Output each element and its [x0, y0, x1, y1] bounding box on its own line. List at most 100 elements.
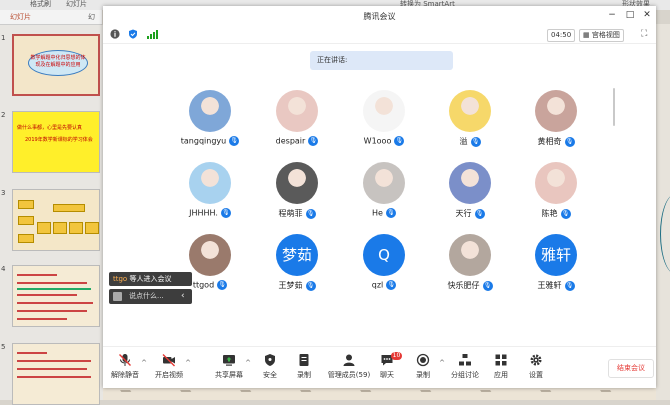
record-cloud-button[interactable]: 录制 ^ [401, 351, 445, 385]
mic-icon: 🎙 [386, 280, 397, 290]
participant-name-row: qzl 🎙 [347, 280, 421, 290]
signal-strength-icon[interactable] [147, 30, 159, 39]
participant-tile[interactable]: 溢 🎙 [433, 90, 507, 154]
participant-tile[interactable]: tangqingyu 🎙 [173, 90, 247, 154]
participant-tile[interactable]: 天行 🎙 [433, 162, 507, 226]
avatar [189, 234, 231, 276]
participant-tile[interactable]: Qqzl 🎙 [347, 234, 421, 298]
participant-tile[interactable]: 雅轩 王雅轩 🎙 [519, 234, 593, 298]
chat-quick-input[interactable]: 说点什么... ‹ [109, 289, 192, 304]
record-icon [416, 353, 430, 367]
slide-thumbnail-2[interactable]: 做什么事都，心里是先要认真 2019年数学新课标的学习体会 [12, 111, 100, 173]
avatar [449, 162, 491, 204]
tab-outline[interactable]: 幻 [88, 12, 95, 22]
participant-tile[interactable]: He 🎙 [347, 162, 421, 226]
end-meeting-button[interactable]: 结束会议 [608, 359, 654, 378]
slide-thumbnail-3[interactable] [12, 189, 100, 251]
participant-name-row: despair 🎙 [260, 136, 334, 146]
info-icon[interactable] [110, 29, 120, 39]
share-screen-button[interactable]: 共享屏幕 ^ [207, 351, 251, 385]
participant-tile[interactable]: W1ooo 🎙 [347, 90, 421, 154]
ppt-canvas-decoration [103, 388, 656, 400]
participant-name-row: He 🎙 [347, 208, 421, 218]
participant-name-row: 程萌菲 🎙 [260, 208, 334, 219]
view-mode-label: 宫格视图 [591, 31, 620, 39]
participant-name: He [372, 208, 383, 218]
participant-name-row: 陈艳 🎙 [519, 208, 593, 219]
participant-name-row: 天行 🎙 [433, 208, 507, 219]
settings-label: 设置 [529, 371, 543, 379]
mic-icon: 🎙 [305, 280, 316, 291]
meeting-toolbar: 解除静音 ^ 开启视频 ^ 共享屏幕 ^ 安全 录制 管理成员(59) 10 聊… [103, 346, 656, 389]
participant-name: 程萌菲 [278, 209, 303, 218]
slide1-title: 数学解题中化归思想的体现及在解题中的应用 [28, 50, 88, 76]
slide-number: 5 [1, 343, 6, 351]
chevron-left-icon[interactable]: ‹ [181, 289, 185, 304]
avatar [535, 162, 577, 204]
meeting-info-bar: 04:50 ▦ 宫格视图 ⛶ [103, 26, 656, 44]
mic-icon: 🎙 [385, 208, 396, 218]
maximize-icon[interactable]: □ [624, 10, 636, 20]
participant-name-row: tangqingyu 🎙 [173, 136, 247, 146]
participant-tile[interactable]: 陈艳 🎙 [519, 162, 593, 226]
avatar [276, 162, 318, 204]
grid-view-icon: ▦ [583, 31, 590, 39]
slide-thumbnail-5[interactable] [12, 343, 100, 405]
participant-name: tangqingyu [180, 136, 227, 146]
avatar [189, 162, 231, 204]
mic-icon: 🎙 [220, 208, 231, 218]
avatar [276, 90, 318, 132]
mic-icon: 🎙 [308, 136, 319, 146]
participant-name-row: 黄相奇 🎙 [519, 136, 593, 147]
tab-slides[interactable]: 幻灯片 [10, 12, 31, 22]
mic-icon: 🎙 [229, 136, 240, 146]
settings-button[interactable]: 设置 [514, 351, 558, 385]
avatar: Q [363, 234, 405, 276]
slide-number: 3 [1, 189, 6, 197]
shield-icon[interactable] [128, 29, 138, 39]
grid-scrollbar[interactable] [613, 88, 615, 126]
record-button[interactable]: 录制 [282, 351, 326, 385]
chevron-up-icon[interactable]: ^ [185, 359, 191, 367]
members-icon [343, 354, 355, 366]
speaking-indicator: 正在讲话: [310, 51, 453, 70]
participant-tile[interactable]: 梦茹王梦茹 🎙 [260, 234, 334, 298]
mic-icon: 🎙 [394, 136, 405, 146]
close-icon[interactable]: ✕ [641, 10, 653, 20]
slide-number: 2 [1, 111, 6, 119]
ppt-canvas-edge [656, 24, 670, 400]
ribbon-slide[interactable]: 幻灯片 [66, 0, 87, 9]
mic-icon: 🎙 [217, 280, 228, 290]
slide-number: 1 [1, 34, 6, 42]
meeting-window: 腾讯会议 − □ ✕ 04:50 ▦ 宫格视图 ⛶ 正在讲话: tangqing… [103, 6, 656, 388]
avatar: 梦茹 [276, 234, 318, 276]
ribbon-format-painter[interactable]: 格式刷 [30, 0, 51, 9]
chat-placeholder: 说点什么... [129, 292, 164, 300]
participant-name: 王梦茹 [278, 281, 303, 290]
slide-thumbnail-1[interactable]: 数学解题中化归思想的体现及在解题中的应用 [12, 34, 100, 96]
video-button[interactable]: 开启视频 ^ [147, 351, 191, 385]
participant-tile[interactable]: despair 🎙 [260, 90, 334, 154]
mic-muted-icon [119, 354, 131, 366]
ppt-panel-tabs: 幻灯片 幻 [0, 10, 102, 25]
slide-thumbnail-panel: 1 数学解题中化归思想的体现及在解题中的应用 2 做什么事都，心里是先要认真 2… [0, 25, 104, 405]
mic-icon: 🎙 [482, 280, 493, 291]
participant-tile[interactable]: 快乐肥仔 🎙 [433, 234, 507, 298]
slide-number: 4 [1, 265, 6, 273]
view-mode-button[interactable]: ▦ 宫格视图 [579, 29, 624, 42]
participant-tile[interactable]: JHHHH. 🎙 [173, 162, 247, 226]
slide-thumbnail-4[interactable] [12, 265, 100, 327]
mic-icon: 🎙 [305, 208, 316, 219]
meeting-timer: 04:50 [547, 29, 576, 42]
chat-bubble-icon [113, 292, 122, 301]
participant-tile[interactable]: 程萌菲 🎙 [260, 162, 334, 226]
mic-icon: 🎙 [564, 280, 575, 291]
minimize-icon[interactable]: − [606, 10, 618, 20]
participant-name-row: 溢 🎙 [433, 136, 507, 147]
avatar [363, 162, 405, 204]
participant-tile[interactable]: 黄相奇 🎙 [519, 90, 593, 154]
mic-button[interactable]: 解除静音 ^ [103, 351, 147, 385]
participant-name: 王雅轩 [537, 281, 562, 290]
fullscreen-icon[interactable]: ⛶ [641, 29, 647, 39]
avatar [535, 90, 577, 132]
